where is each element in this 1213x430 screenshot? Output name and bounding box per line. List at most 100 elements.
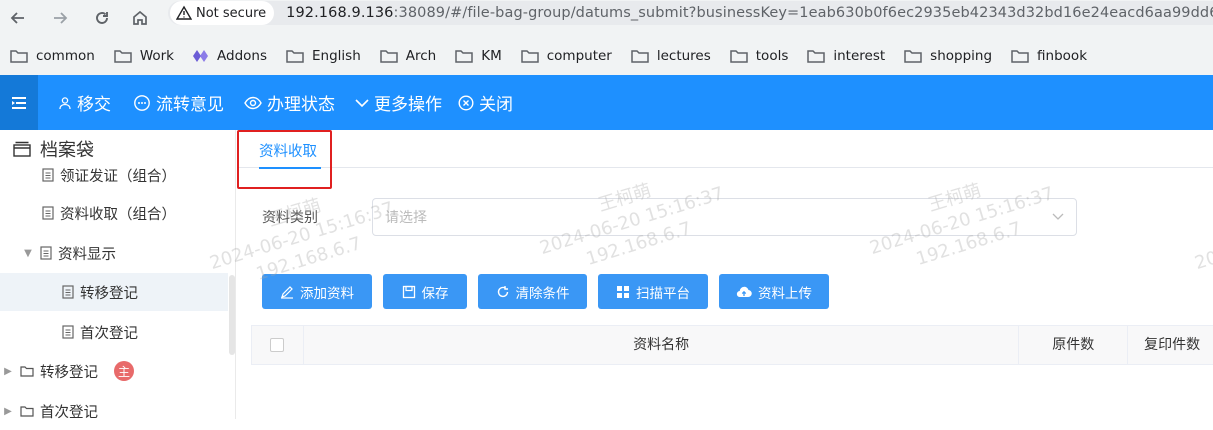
- file-icon: [62, 285, 74, 299]
- bookmark-english[interactable]: English: [286, 48, 361, 64]
- bookmark-work[interactable]: Work: [114, 48, 174, 64]
- file-icon: [40, 246, 52, 260]
- close-circle-icon: [458, 94, 474, 111]
- bookmark-label: shopping: [930, 47, 993, 64]
- bookmark-label: interest: [833, 47, 886, 64]
- url-text: 192.168.9.136:38089/#/file-bag-group/dat…: [286, 5, 1213, 21]
- eye-icon: [244, 96, 262, 109]
- bookmark-tools[interactable]: tools: [730, 48, 788, 64]
- transfer-button[interactable]: 移交: [58, 90, 111, 115]
- annotation-highlight-box: [237, 130, 332, 189]
- security-chip[interactable]: Not secure: [170, 1, 275, 25]
- url-path: :38089/#/file-bag-group/datums_submit?bu…: [393, 5, 1213, 21]
- folder-icon: [730, 49, 748, 63]
- tree-item-label: 首次登记: [40, 404, 98, 421]
- bookmark-finbook[interactable]: finbook: [1011, 48, 1087, 64]
- bookmarks-bar: common Work Addons English Arch KM computer lec…: [0, 36, 1213, 75]
- handling-status-button[interactable]: 办理状态: [244, 90, 335, 115]
- folder-icon: [1011, 49, 1029, 63]
- menu-toggle-icon[interactable]: [0, 75, 38, 130]
- bookmark-label: Work: [139, 47, 174, 64]
- tree-item-label: 转移登记: [40, 364, 98, 381]
- reload-icon[interactable]: [88, 4, 116, 32]
- tree-item-transfer-register-active[interactable]: 转移登记: [0, 273, 228, 311]
- bookmark-label: common: [36, 47, 95, 64]
- file-icon: [42, 168, 54, 182]
- folder-icon: [10, 49, 28, 63]
- cloud-upload-icon: [736, 286, 752, 297]
- material-type-select[interactable]: 请选择: [372, 198, 1077, 236]
- tree-item-label: 转移登记: [80, 285, 138, 302]
- bookmark-lectures[interactable]: lectures: [631, 48, 711, 64]
- column-copy-count[interactable]: 复印件数: [1128, 326, 1213, 364]
- caret-right-icon[interactable]: ▶: [2, 406, 14, 417]
- edit-icon: [281, 285, 293, 299]
- close-button[interactable]: 关闭: [458, 90, 513, 115]
- tree-item-issue-cert[interactable]: 领证发证（组合）: [0, 157, 228, 193]
- handling-status-label: 办理状态: [267, 95, 335, 115]
- tree-folder-first-register[interactable]: ▶ 首次登记: [0, 392, 228, 430]
- more-actions-label: 更多操作: [374, 95, 442, 115]
- bookmark-arch[interactable]: Arch: [380, 48, 436, 64]
- bookmark-shopping[interactable]: shopping: [904, 48, 992, 64]
- folder-icon: [631, 49, 649, 63]
- column-material-name[interactable]: 资料名称: [304, 326, 1020, 364]
- upload-material-button[interactable]: 资料上传: [719, 274, 829, 309]
- back-icon[interactable]: [4, 4, 32, 32]
- tree-item-display[interactable]: ▼ 资料显示: [0, 234, 228, 272]
- tree-item-first-register[interactable]: 首次登记: [0, 313, 228, 351]
- column-original-count[interactable]: 原件数: [1019, 326, 1129, 364]
- bookmark-common[interactable]: common: [10, 48, 95, 64]
- add-material-label: 添加资料: [300, 285, 354, 302]
- addons-icon: [193, 49, 208, 62]
- address-bar[interactable]: Not secure 192.168.9.136:38089/#/file-ba…: [168, 1, 1213, 25]
- sidebar-scrollbar[interactable]: [229, 275, 235, 355]
- caret-down-icon[interactable]: ▼: [22, 248, 34, 259]
- chevron-down-icon: [1052, 213, 1064, 220]
- tree-item-label: 资料收取（组合）: [60, 206, 176, 223]
- tree-folder-transfer-register[interactable]: ▶ 转移登记 主: [0, 352, 228, 390]
- transfer-label: 移交: [77, 95, 111, 115]
- bookmark-km[interactable]: KM: [455, 48, 502, 64]
- folder-icon: [380, 49, 398, 63]
- select-all-checkbox[interactable]: [270, 338, 285, 352]
- folder-icon: [286, 49, 304, 63]
- save-button[interactable]: 保存: [383, 274, 467, 309]
- tree-item-label: 资料显示: [58, 246, 116, 263]
- bookmark-addons[interactable]: Addons: [193, 48, 267, 64]
- folder-icon: [20, 406, 34, 417]
- table-header: 资料名称 原件数 复印件数: [251, 325, 1213, 365]
- more-actions-button[interactable]: 更多操作: [355, 90, 442, 115]
- clear-conditions-button[interactable]: 清除条件: [478, 274, 587, 309]
- main-panel: 资料收取 资料类别 请选择 添加资料 保存 清除条件 扫描平台 资料上传 资料名…: [237, 130, 1213, 419]
- browser-toolbar: Not secure 192.168.9.136:38089/#/file-ba…: [0, 0, 1213, 36]
- bookmark-label: finbook: [1037, 47, 1088, 64]
- sidebar: 档案袋 领证发证（组合） 资料收取（组合） ▼ 资料显示 转移登记 首次登记 ▶…: [0, 130, 236, 421]
- bookmark-computer[interactable]: computer: [520, 47, 612, 64]
- bookmark-interest[interactable]: interest: [807, 48, 885, 64]
- folder-icon: [455, 49, 473, 63]
- security-label: Not secure: [196, 5, 267, 21]
- add-material-button[interactable]: 添加资料: [262, 274, 372, 309]
- tree-item-collect-combo[interactable]: 资料收取（组合）: [0, 194, 228, 232]
- flow-opinion-label: 流转意见: [156, 95, 224, 115]
- scan-platform-button[interactable]: 扫描平台: [598, 274, 708, 309]
- folder-icon: [520, 49, 539, 63]
- grid-icon: [617, 285, 629, 298]
- url-host: 192.168.9.136: [286, 5, 394, 21]
- bookmark-label: lectures: [656, 47, 711, 64]
- tree-item-label: 首次登记: [80, 325, 138, 342]
- folder-icon: [20, 366, 34, 377]
- main-badge: 主: [114, 361, 134, 381]
- tree-item-label: 领证发证（组合）: [60, 168, 176, 185]
- bookmark-label: Addons: [217, 47, 267, 64]
- material-type-label: 资料类别: [262, 210, 318, 226]
- folder-icon: [114, 49, 132, 63]
- select-placeholder: 请选择: [385, 210, 427, 226]
- warning-icon: [176, 5, 192, 20]
- flow-opinion-button[interactable]: 流转意见: [133, 90, 224, 115]
- home-icon[interactable]: [126, 4, 154, 32]
- bookmark-label: computer: [546, 47, 612, 64]
- forward-icon[interactable]: [46, 4, 74, 32]
- caret-right-icon[interactable]: ▶: [2, 366, 14, 377]
